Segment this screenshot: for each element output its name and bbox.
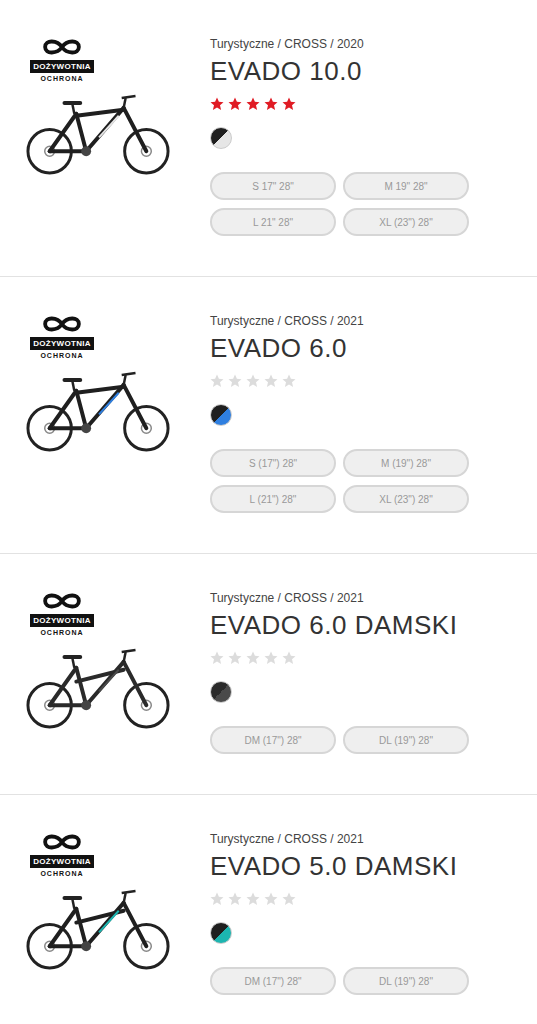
- star-icon: [228, 892, 242, 906]
- bike-image[interactable]: [25, 86, 173, 180]
- infinity-icon: [39, 590, 85, 612]
- size-button[interactable]: XL (23") 28": [343, 485, 469, 513]
- infinity-icon: [39, 831, 85, 853]
- infinity-icon: [39, 313, 85, 335]
- star-icon: [264, 374, 278, 388]
- star-icon: [282, 374, 296, 388]
- star-icon: [246, 97, 260, 111]
- product-title[interactable]: EVADO 6.0 DAMSKI: [210, 609, 537, 641]
- product-row[interactable]: DOŻYWOTNIAOCHRONA Turystyczne / CROSS / 2…: [0, 0, 537, 277]
- star-icon: [210, 374, 224, 388]
- star-icon: [210, 892, 224, 906]
- size-button[interactable]: L 21" 28": [210, 208, 336, 236]
- star-icon: [246, 651, 260, 665]
- color-swatch[interactable]: [210, 681, 232, 703]
- size-button[interactable]: DL (19") 28": [343, 726, 469, 754]
- size-button[interactable]: XL (23") 28": [343, 208, 469, 236]
- star-icon: [228, 97, 242, 111]
- rating-stars: [210, 374, 537, 388]
- product-list: DOŻYWOTNIAOCHRONA Turystyczne / CROSS / 2…: [0, 0, 537, 1024]
- star-icon: [264, 97, 278, 111]
- lifetime-badge: DOŻYWOTNIAOCHRONA: [30, 313, 94, 359]
- star-icon: [228, 651, 242, 665]
- color-swatch[interactable]: [210, 922, 232, 944]
- star-icon: [210, 97, 224, 111]
- product-row[interactable]: DOŻYWOTNIAOCHRONA Turystyczne / CROSS / 2…: [0, 795, 537, 1024]
- bike-image[interactable]: [25, 640, 173, 734]
- rating-stars: [210, 892, 537, 906]
- star-icon: [282, 651, 296, 665]
- product-title[interactable]: EVADO 5.0 DAMSKI: [210, 850, 537, 882]
- size-button[interactable]: M 19" 28": [343, 172, 469, 200]
- bike-image[interactable]: [25, 881, 173, 975]
- product-title[interactable]: EVADO 10.0: [210, 55, 537, 87]
- rating-stars: [210, 651, 537, 665]
- star-icon: [210, 651, 224, 665]
- product-category: Turystyczne / CROSS / 2020: [210, 36, 537, 52]
- rating-stars: [210, 97, 537, 111]
- bike-image[interactable]: [25, 363, 173, 457]
- product-category: Turystyczne / CROSS / 2021: [210, 831, 537, 847]
- size-button[interactable]: S (17") 28": [210, 449, 336, 477]
- infinity-icon: [39, 36, 85, 58]
- size-button[interactable]: M (19") 28": [343, 449, 469, 477]
- size-button[interactable]: DM (17") 28": [210, 967, 336, 995]
- star-icon: [282, 892, 296, 906]
- size-button[interactable]: DM (17") 28": [210, 726, 336, 754]
- product-title[interactable]: EVADO 6.0: [210, 332, 537, 364]
- product-category: Turystyczne / CROSS / 2021: [210, 313, 537, 329]
- star-icon: [264, 651, 278, 665]
- product-category: Turystyczne / CROSS / 2021: [210, 590, 537, 606]
- star-icon: [246, 374, 260, 388]
- lifetime-badge: DOŻYWOTNIAOCHRONA: [30, 590, 94, 636]
- star-icon: [246, 892, 260, 906]
- size-button[interactable]: DL (19") 28": [343, 967, 469, 995]
- star-icon: [264, 892, 278, 906]
- lifetime-badge: DOŻYWOTNIAOCHRONA: [30, 831, 94, 877]
- lifetime-badge: DOŻYWOTNIAOCHRONA: [30, 36, 94, 82]
- star-icon: [228, 374, 242, 388]
- size-button[interactable]: L (21") 28": [210, 485, 336, 513]
- color-swatch[interactable]: [210, 404, 232, 426]
- product-row[interactable]: DOŻYWOTNIAOCHRONA Turystyczne / CROSS / 2…: [0, 554, 537, 795]
- color-swatch[interactable]: [210, 127, 232, 149]
- size-button[interactable]: S 17" 28": [210, 172, 336, 200]
- star-icon: [282, 97, 296, 111]
- product-row[interactable]: DOŻYWOTNIAOCHRONA Turystyczne / CROSS / 2…: [0, 277, 537, 554]
